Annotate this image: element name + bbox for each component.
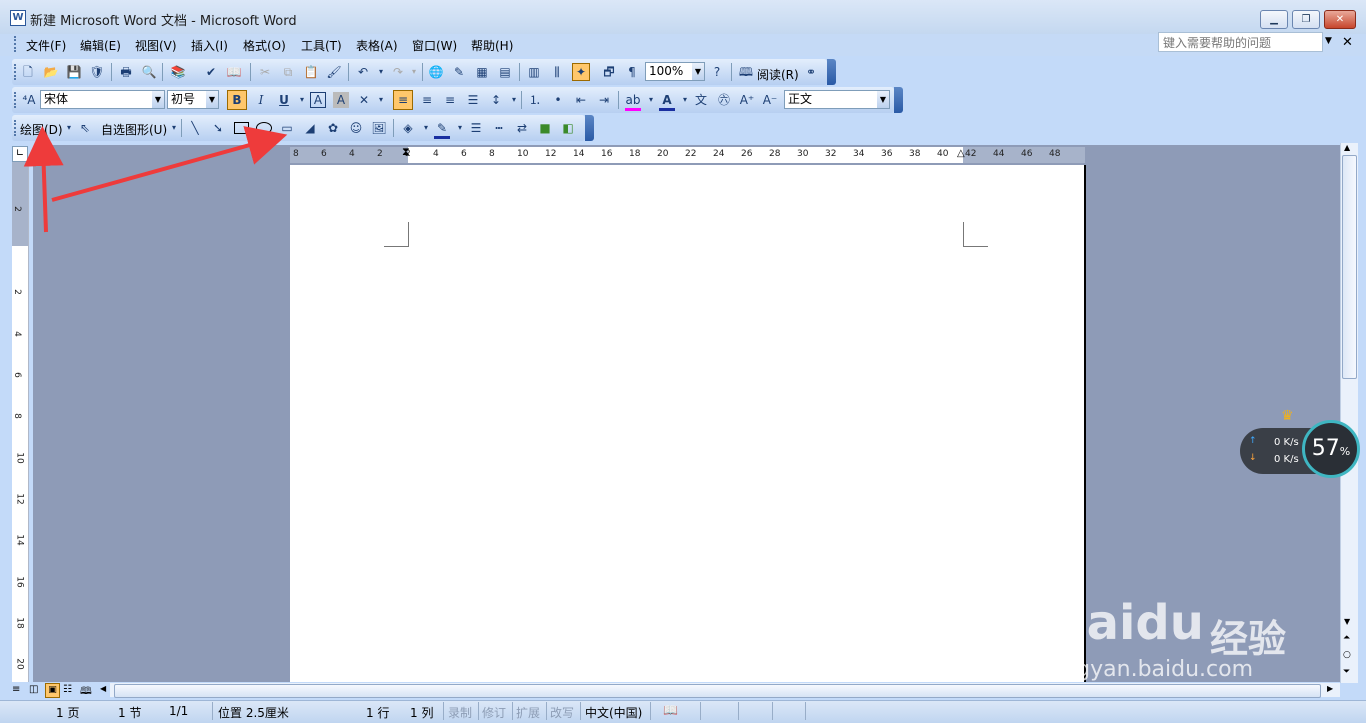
arrow-to-oval-tool bbox=[51, 126, 288, 202]
arrow-to-draw-menu bbox=[23, 126, 64, 233]
annotation-arrows bbox=[23, 126, 288, 233]
